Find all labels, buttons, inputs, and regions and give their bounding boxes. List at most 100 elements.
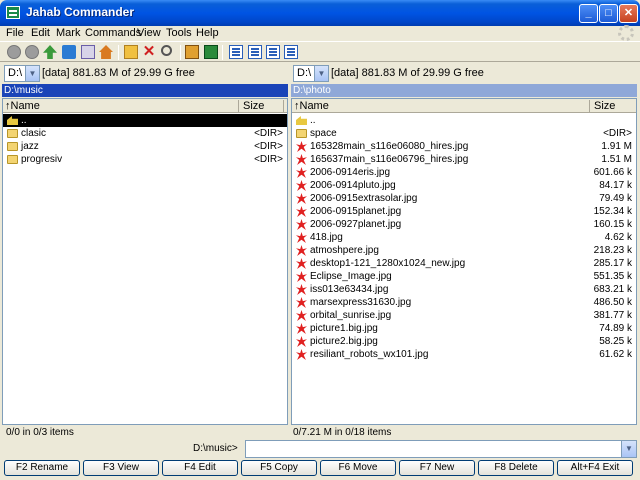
menu-view[interactable]: View xyxy=(137,27,161,39)
folder-row[interactable]: clasic <DIR> xyxy=(3,127,287,140)
refresh-icon[interactable] xyxy=(62,45,76,59)
forward-icon[interactable] xyxy=(25,45,39,59)
column-separator[interactable] xyxy=(589,100,590,112)
command-input[interactable] xyxy=(246,441,616,457)
file-row[interactable]: 418.jpg 4.62 k xyxy=(292,231,636,244)
file-name: 165637main_s116e06796_hires.jpg xyxy=(310,154,469,165)
file-name: picture2.big.jpg xyxy=(310,336,378,347)
file-row[interactable]: 2006-0914pluto.jpg 84.17 k xyxy=(292,179,636,192)
find-icon[interactable] xyxy=(161,45,172,56)
window-title: Jahab Commander xyxy=(26,5,135,19)
image-file-icon xyxy=(296,219,307,230)
up-folder-icon[interactable] xyxy=(43,45,57,59)
menu-help[interactable]: Help xyxy=(196,27,219,39)
file-row[interactable]: atmoshpere.jpg 218.23 k xyxy=(292,244,636,257)
file-row[interactable]: picture2.big.jpg 58.25 k xyxy=(292,335,636,348)
column-header: ↑Name Size xyxy=(3,99,287,113)
file-row[interactable]: iss013e63434.jpg 683.21 k xyxy=(292,283,636,296)
status-text: 0/0 in 0/3 items xyxy=(6,427,74,438)
chevron-down-icon[interactable]: ▼ xyxy=(314,66,328,81)
delete-icon[interactable]: ✕ xyxy=(142,44,156,59)
file-row[interactable]: 2006-0915planet.jpg 152.34 k xyxy=(292,205,636,218)
f5-copy-button[interactable]: F5 Copy xyxy=(241,460,317,476)
file-row[interactable]: resiliant_robots_wx101.jpg 61.62 k xyxy=(292,348,636,361)
right-panel: D:\ ▼ [data] 881.83 M of 29.99 G free D:… xyxy=(291,63,637,438)
column-name[interactable]: ↑Name xyxy=(5,100,40,112)
file-row[interactable]: 2006-0915extrasolar.jpg 79.49 k xyxy=(292,192,636,205)
image-file-icon xyxy=(296,193,307,204)
menu-commands[interactable]: Commands xyxy=(85,27,141,39)
file-size: 218.23 k xyxy=(593,245,632,256)
view-icon[interactable] xyxy=(266,45,280,59)
file-name: 2006-0915planet.jpg xyxy=(310,206,402,217)
column-separator[interactable] xyxy=(283,100,284,112)
file-size: 1.51 M xyxy=(601,154,632,165)
f2-rename-button[interactable]: F2 Rename xyxy=(4,460,80,476)
file-row[interactable]: orbital_sunrise.jpg 381.77 k xyxy=(292,309,636,322)
file-size: 1.91 M xyxy=(601,141,632,152)
f6-move-button[interactable]: F6 Move xyxy=(320,460,396,476)
unpack-icon[interactable] xyxy=(204,45,218,59)
column-size[interactable]: Size xyxy=(594,100,615,112)
parent-dir-row[interactable]: .. xyxy=(292,114,636,127)
back-icon[interactable] xyxy=(7,45,21,59)
file-row[interactable]: Eclipse_Image.jpg 551.35 k xyxy=(292,270,636,283)
view-icon[interactable] xyxy=(248,45,262,59)
close-button[interactable]: ✕ xyxy=(619,4,638,23)
path-bar: D:\music xyxy=(2,84,288,97)
file-name: 2006-0914eris.jpg xyxy=(310,167,391,178)
image-file-icon xyxy=(296,284,307,295)
toolbar-separator xyxy=(118,45,119,60)
view-icon[interactable] xyxy=(229,45,243,59)
f7-new-button[interactable]: F7 New xyxy=(399,460,475,476)
menu-mark[interactable]: Mark xyxy=(56,27,80,39)
parent-dir-row[interactable]: .. xyxy=(3,114,287,127)
f8-delete-button[interactable]: F8 Delete xyxy=(478,460,554,476)
folder-row[interactable]: jazz <DIR> xyxy=(3,140,287,153)
image-file-icon xyxy=(296,349,307,360)
drive-select[interactable]: D:\ ▼ xyxy=(4,65,40,82)
maximize-button[interactable]: □ xyxy=(599,4,618,23)
chevron-down-icon[interactable]: ▼ xyxy=(621,441,636,457)
file-row[interactable]: 165637main_s116e06796_hires.jpg 1.51 M xyxy=(292,153,636,166)
column-name[interactable]: ↑Name xyxy=(294,100,329,112)
menu-edit[interactable]: Edit xyxy=(31,27,50,39)
folder-icon xyxy=(7,129,18,138)
file-name: jazz xyxy=(21,141,39,152)
view-icon[interactable] xyxy=(284,45,298,59)
properties-icon[interactable] xyxy=(81,45,95,59)
file-list[interactable]: ↑Name Size .. clasic <DIR> jazz <DIR> progres… xyxy=(2,98,288,425)
file-size: 61.62 k xyxy=(599,349,632,360)
file-row[interactable]: 2006-0927planet.jpg 160.15 k xyxy=(292,218,636,231)
file-row[interactable]: 165328main_s116e06080_hires.jpg 1.91 M xyxy=(292,140,636,153)
column-size[interactable]: Size xyxy=(243,100,264,112)
column-separator[interactable] xyxy=(238,100,239,112)
image-file-icon xyxy=(296,310,307,321)
folder-row[interactable]: space <DIR> xyxy=(292,127,636,140)
file-row[interactable]: desktop1-121_1280x1024_new.jpg 285.17 k xyxy=(292,257,636,270)
file-list[interactable]: ↑Name Size .. space <DIR> 165328main_s116e0… xyxy=(291,98,637,425)
file-row[interactable]: 2006-0914eris.jpg 601.66 k xyxy=(292,166,636,179)
menu-file[interactable]: File xyxy=(6,27,24,39)
image-file-icon xyxy=(296,323,307,334)
exit-button[interactable]: Alt+F4 Exit xyxy=(557,460,633,476)
menu-tools[interactable]: Tools xyxy=(166,27,192,39)
chevron-down-icon[interactable]: ▼ xyxy=(25,66,39,81)
minimize-button[interactable]: _ xyxy=(579,4,598,23)
f4-edit-button[interactable]: F4 Edit xyxy=(162,460,238,476)
file-name: iss013e63434.jpg xyxy=(310,284,389,295)
f3-view-button[interactable]: F3 View xyxy=(83,460,159,476)
file-row[interactable]: marsexpress31630.jpg 486.50 k xyxy=(292,296,636,309)
home-icon[interactable] xyxy=(99,45,113,59)
folder-row[interactable]: progresiv <DIR> xyxy=(3,153,287,166)
file-row[interactable]: picture1.big.jpg 74.89 k xyxy=(292,322,636,335)
command-prompt-label: D:\music> xyxy=(193,443,238,454)
image-file-icon xyxy=(296,232,307,243)
pack-icon[interactable] xyxy=(185,45,199,59)
file-name: Eclipse_Image.jpg xyxy=(310,271,392,282)
command-line[interactable]: ▼ xyxy=(245,440,637,458)
drive-select[interactable]: D:\ ▼ xyxy=(293,65,329,82)
image-file-icon xyxy=(296,245,307,256)
new-folder-icon[interactable] xyxy=(124,45,138,59)
file-size: <DIR> xyxy=(603,128,632,139)
